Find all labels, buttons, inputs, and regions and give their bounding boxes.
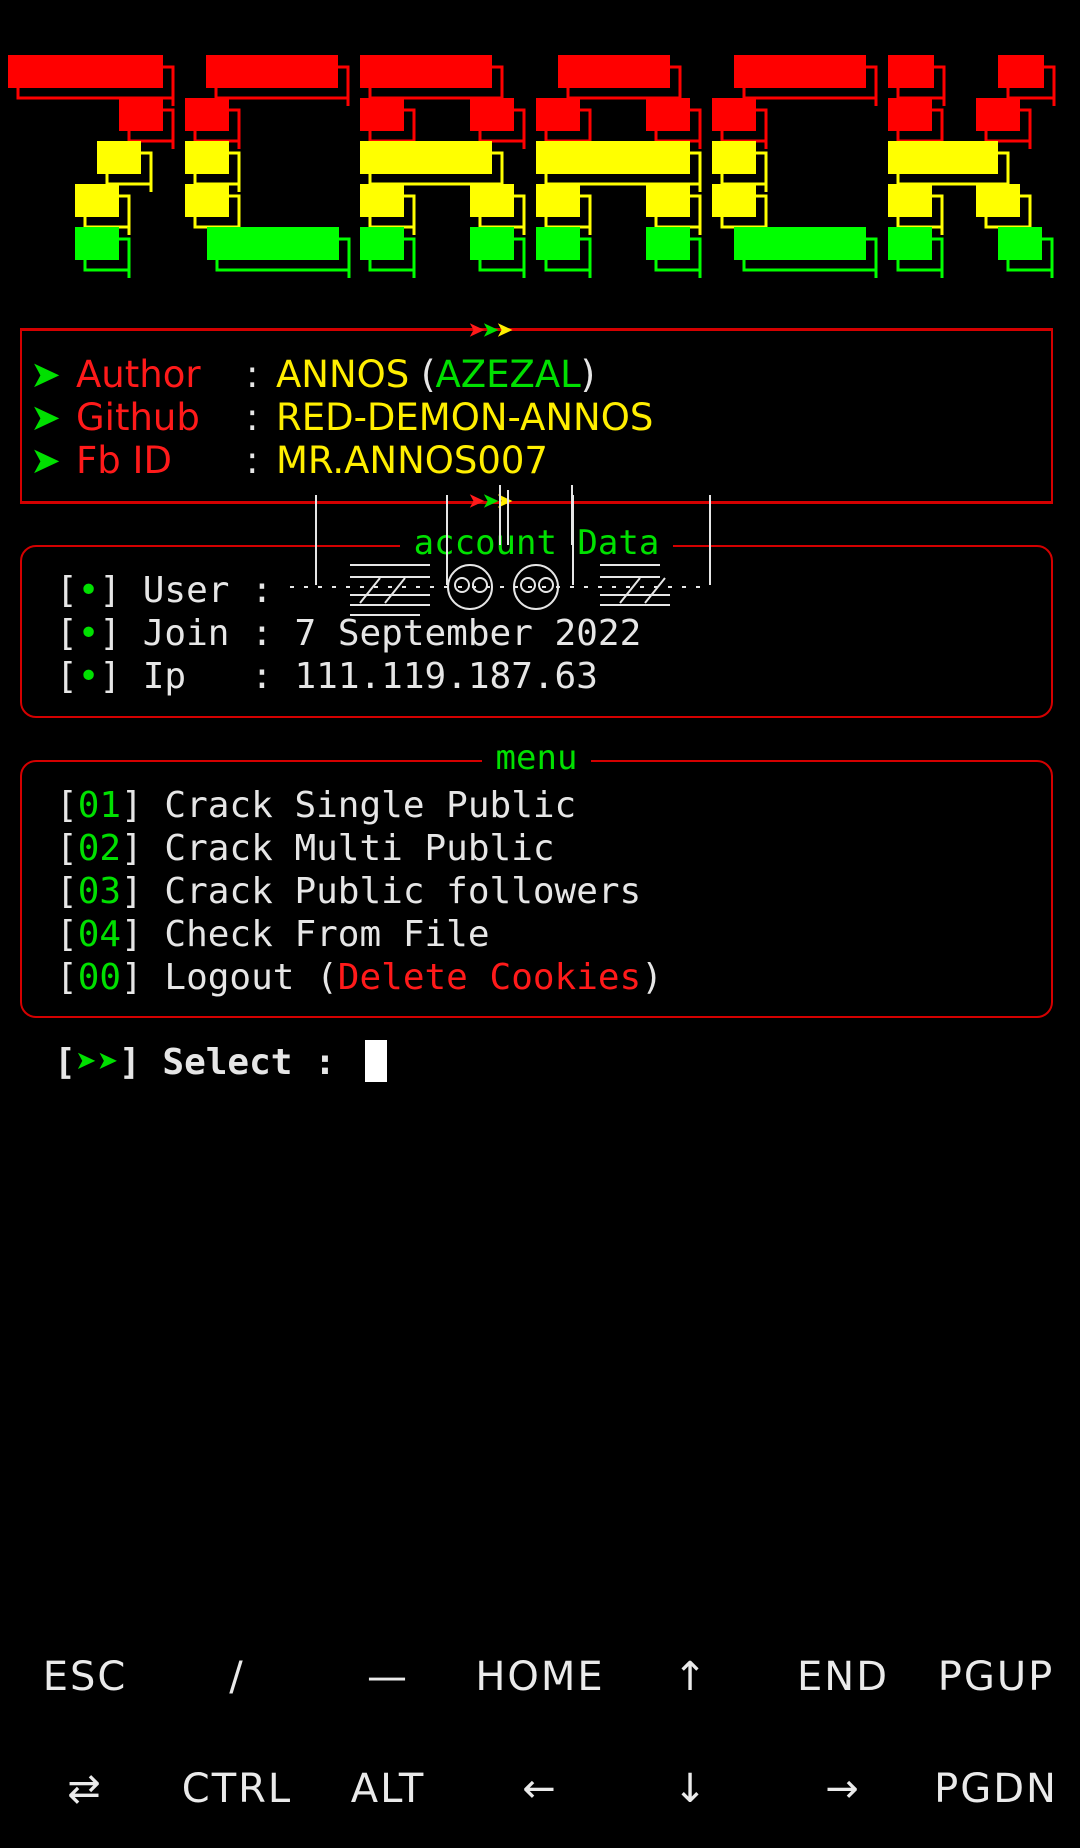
banner-block [207,227,339,260]
menu-item-04[interactable]: [04] Check From File [56,913,490,956]
author-name: ANNOS [276,353,410,396]
menu-title: menu [22,738,1051,778]
banner-block [360,141,492,174]
key-ctrl[interactable]: CTRL [162,1766,312,1812]
arrow-icon: ➤ [30,439,62,482]
arrow-icon: ➤ [30,353,62,396]
banner-block [185,184,229,217]
glyph-overlay-decoration [290,485,711,616]
tcrack-banner-logo [8,55,1056,278]
banner-block [536,141,690,174]
banner-block [97,141,141,174]
colon: : [246,353,259,396]
account-row-user: [•] User : [56,570,295,611]
arrow-icon: ➤ [30,396,62,439]
banner-block [888,98,932,131]
key-dash[interactable]: — [313,1654,463,1700]
key-end[interactable]: END [768,1654,918,1700]
banner-block [998,227,1042,260]
banner-block [360,184,404,217]
banner-block [646,184,690,217]
colon: : [246,439,259,482]
banner-block [536,98,580,131]
key-up-arrow-icon[interactable]: ↑ [616,1654,766,1700]
menu-item-00[interactable]: [00] Logout (Delete Cookies) [56,956,663,999]
double-arrow-icon: ➤➤ [75,1042,120,1083]
key-right-arrow-icon[interactable]: → [768,1766,918,1812]
menu-item-02[interactable]: [02] Crack Multi Public [56,827,555,870]
banner-block [712,141,756,174]
fbid-row: ➤ Fb ID: MR.ANNOS007 [30,439,548,482]
author-alias: AZEZAL [435,353,581,396]
banner-block [536,184,580,217]
banner-block [470,184,514,217]
terminal-cursor[interactable] [365,1040,388,1082]
banner-block [75,227,119,260]
author-label: Author [76,353,201,396]
banner-block [712,98,756,131]
banner-block [360,55,492,88]
triple-arrow-icon: ➤➤➤ [468,314,514,349]
author-info-box: ➤ Author: ANNOS (AZEZAL) ➤ Github: RED-DEMON… [20,328,1053,504]
banner-block [470,227,514,260]
banner-block [558,55,670,88]
key-home[interactable]: HOME [465,1654,615,1700]
key-esc[interactable]: ESC [10,1654,160,1700]
banner-block [888,227,932,260]
key-alt[interactable]: ALT [313,1766,463,1812]
github-value: RED-DEMON-ANNOS [276,396,654,439]
banner-block [734,227,866,260]
banner-block [185,98,229,131]
menu-item-03[interactable]: [03] Crack Public followers [56,870,641,913]
banner-block [185,141,229,174]
account-row-ip: [•] Ip : 111.119.187.63 [56,656,598,697]
key-slash[interactable]: / [162,1654,312,1700]
banner-block [998,55,1044,88]
github-label: Github [76,396,200,439]
banner-block [888,55,934,88]
banner-block [646,227,690,260]
banner-block [976,98,1020,131]
select-prompt[interactable]: [➤➤] Select : [54,1040,388,1084]
banner-block [206,55,338,88]
menu-box: menu [01] Crack Single Public [02] Crack… [20,738,1053,1018]
key-tab[interactable]: ⇄ [10,1766,160,1812]
key-pgdn[interactable]: PGDN [921,1766,1071,1812]
banner-block [646,98,690,131]
banner-block [360,98,404,131]
key-left-arrow-icon[interactable]: ← [465,1766,615,1812]
key-pgup[interactable]: PGUP [921,1654,1071,1700]
colon: : [246,396,259,439]
paren: ( [409,353,436,396]
banner-block [976,184,1020,217]
banner-block [888,141,998,174]
banner-block [470,98,514,131]
banner-block [536,227,580,260]
author-row: ➤ Author: ANNOS (AZEZAL) [30,353,595,396]
github-row: ➤ Github: RED-DEMON-ANNOS [30,396,653,439]
fbid-value: MR.ANNOS007 [276,439,548,482]
fbid-label: Fb ID [76,439,172,482]
menu-item-01[interactable]: [01] Crack Single Public [56,784,576,827]
banner-block [119,98,163,131]
banner-block [734,55,866,88]
ip-value: 111.119.187.63 [294,656,598,697]
banner-block [888,184,932,217]
banner-block [712,184,756,217]
key-down-arrow-icon[interactable]: ↓ [616,1766,766,1812]
banner-block [360,227,404,260]
paren: ) [580,353,596,396]
banner-block [8,55,163,88]
banner-block [75,184,119,217]
